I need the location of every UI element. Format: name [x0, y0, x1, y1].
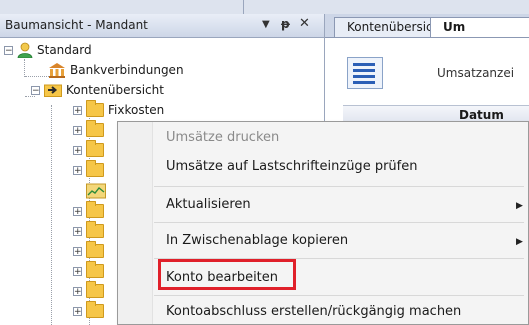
tree-guide: [24, 59, 25, 77]
expand-icon[interactable]: +: [73, 165, 82, 175]
umsatzanzeige-label: Umsatzanzei: [437, 66, 515, 80]
menu-separator: [154, 295, 524, 296]
pin-icon[interactable]: ᵽ: [281, 17, 290, 31]
tree-guide: [25, 76, 49, 77]
tree-node[interactable]: +: [73, 301, 108, 321]
tab-umsaetze[interactable]: Um: [430, 17, 529, 37]
column-header-datum: Datum: [459, 108, 504, 122]
highlight-box: [158, 259, 296, 290]
menu-separator: [154, 222, 524, 223]
expand-icon[interactable]: +: [73, 306, 82, 316]
submenu-arrow-icon: ▶: [516, 201, 523, 211]
folder-icon: [86, 261, 104, 278]
tree-node[interactable]: +: [73, 221, 108, 241]
menu-item-zwischenablage[interactable]: In Zwischenablage kopieren: [166, 233, 348, 248]
panel-title: Baumansicht - Mandant: [5, 18, 148, 32]
expand-icon[interactable]: +: [73, 286, 82, 296]
expand-icon[interactable]: +: [73, 266, 82, 276]
tree-label: Standard: [37, 43, 92, 57]
collapse-icon[interactable]: −: [4, 45, 13, 55]
menu-item-lastschrift-pruefen[interactable]: Umsätze auf Lastschrifteinzüge prüfen: [166, 159, 417, 174]
tree-label: Kontenübersicht: [66, 83, 164, 97]
folder-icon: [86, 301, 104, 318]
folder-icon: [86, 221, 104, 238]
tree-node-bankverbindungen[interactable]: Bankverbindungen: [48, 60, 184, 80]
expand-icon[interactable]: +: [73, 246, 82, 256]
bank-icon: [48, 62, 66, 78]
tree-node[interactable]: +: [73, 160, 108, 180]
toolbar-divider: [243, 0, 244, 14]
folder-icon: [86, 160, 104, 177]
expand-icon[interactable]: +: [73, 145, 82, 155]
tree-node[interactable]: +: [73, 261, 108, 281]
top-toolbar-strip: [0, 0, 529, 15]
person-icon: [17, 42, 33, 59]
tab-bar: Kontenübersicht Um: [325, 14, 529, 38]
folder-icon: [86, 120, 104, 137]
menu-item-umsaetze-drucken[interactable]: Umsätze drucken: [166, 130, 279, 145]
tree-node[interactable]: +: [73, 201, 108, 221]
tree-node[interactable]: +: [73, 120, 108, 140]
menu-separator: [154, 186, 524, 187]
chart-folder-icon: [86, 183, 106, 199]
tree-node-standard[interactable]: − Standard: [4, 40, 92, 60]
close-icon[interactable]: ✕: [299, 16, 310, 31]
list-icon[interactable]: [347, 57, 383, 89]
folder-icon: [86, 140, 104, 157]
tab-kontenuebersicht[interactable]: Kontenübersicht: [334, 17, 445, 37]
tree-node-fixkosten[interactable]: + Fixkosten: [73, 100, 164, 120]
expand-icon[interactable]: +: [73, 226, 82, 236]
tree-node-kontenuebersicht[interactable]: − Kontenübersicht: [31, 80, 164, 100]
folder-icon: [86, 201, 104, 218]
expand-icon[interactable]: +: [73, 125, 82, 135]
tree-guide: [51, 105, 52, 325]
panel-header: Baumansicht - Mandant ▼ ᵽ ✕: [0, 14, 324, 38]
tree-node[interactable]: +: [73, 241, 108, 261]
expand-icon[interactable]: +: [73, 105, 82, 115]
folder-icon: [86, 241, 104, 258]
submenu-arrow-icon: ▶: [516, 237, 523, 247]
tree-node[interactable]: [86, 181, 110, 201]
collapse-icon[interactable]: −: [31, 85, 40, 95]
tree-label: Bankverbindungen: [70, 63, 184, 77]
folder-icon: [86, 100, 104, 117]
tree-node[interactable]: +: [73, 281, 108, 301]
context-menu: Umsätze drucken Umsätze auf Lastschrifte…: [117, 121, 529, 325]
panel-dropdown-icon[interactable]: ▼: [262, 19, 270, 30]
tree-label: Fixkosten: [108, 103, 165, 117]
menu-item-aktualisieren[interactable]: Aktualisieren: [166, 197, 251, 212]
folder-icon: [86, 281, 104, 298]
menu-item-kontoabschluss[interactable]: Kontoabschluss erstellen/rückgängig mach…: [166, 304, 461, 319]
menu-icon-gutter: [118, 122, 153, 324]
tree-node[interactable]: +: [73, 140, 108, 160]
expand-icon[interactable]: +: [73, 206, 82, 216]
folder-arrow-icon: [44, 83, 62, 97]
